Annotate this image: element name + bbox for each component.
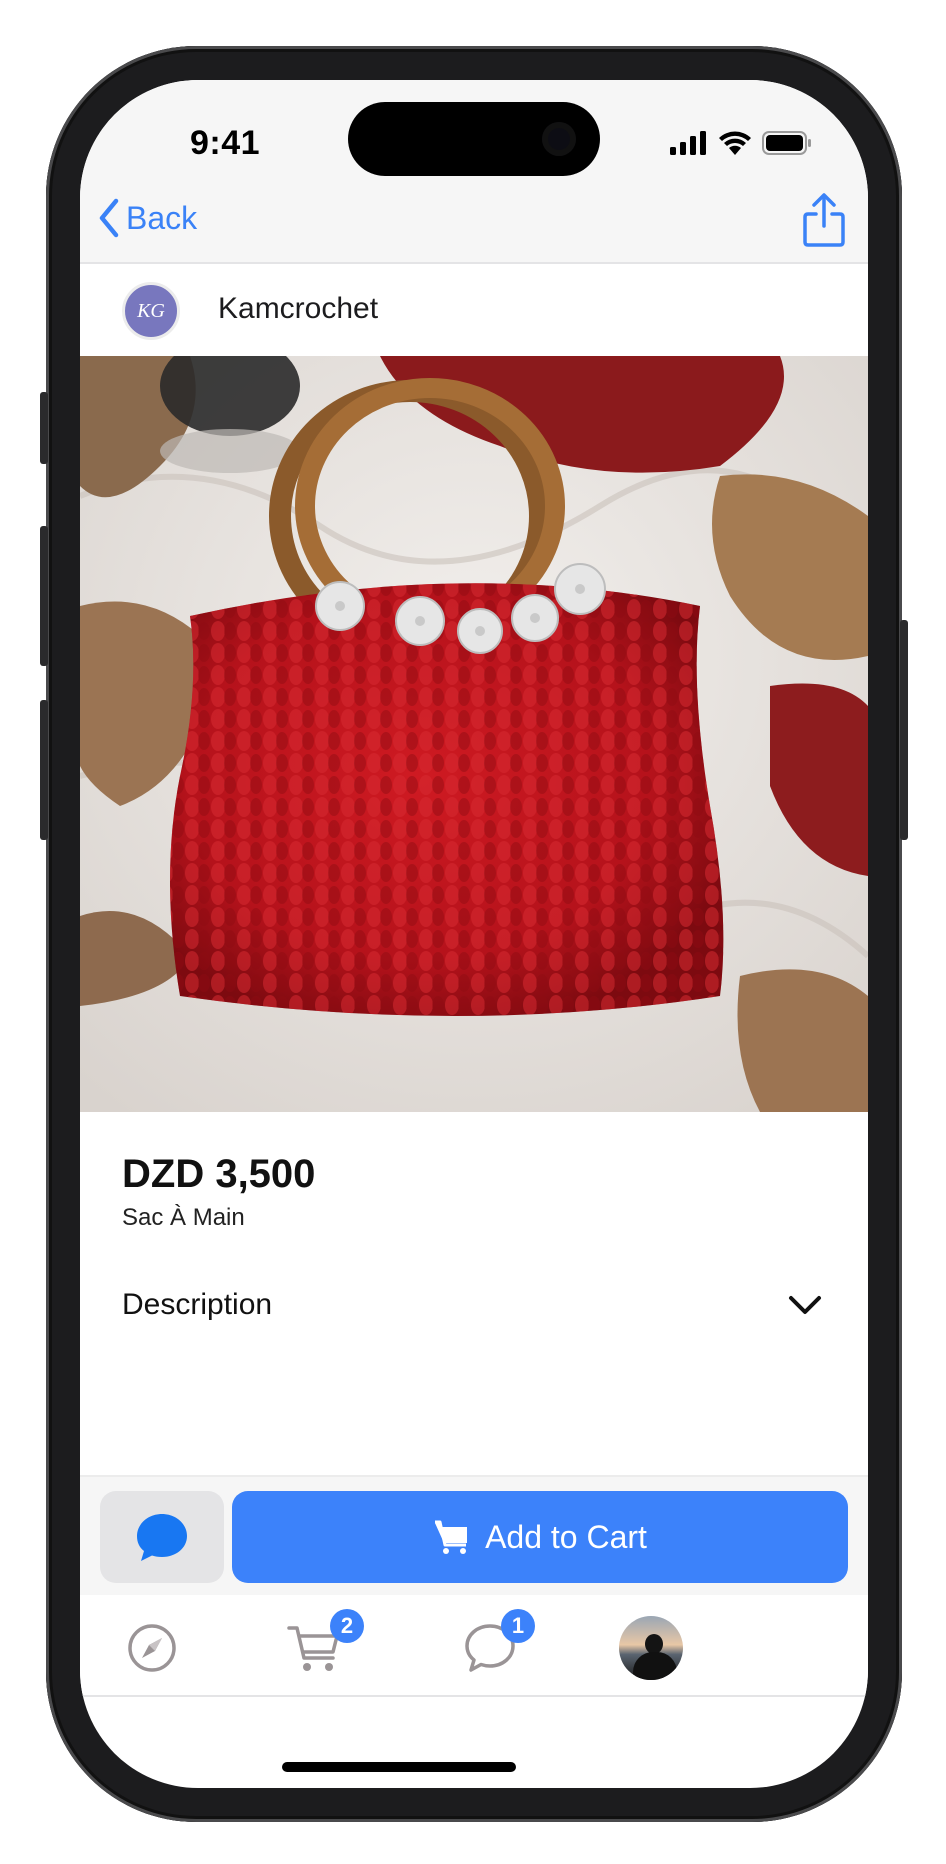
description-toggle[interactable]: Description: [122, 1280, 822, 1330]
product-image-carousel[interactable]: [80, 356, 868, 1112]
chat-with-seller-button[interactable]: [100, 1491, 224, 1583]
avatar: [619, 1616, 683, 1680]
compass-icon: [128, 1624, 176, 1672]
back-label: Back: [126, 199, 198, 236]
tab-profile[interactable]: [616, 1613, 686, 1683]
shop-name[interactable]: Kamcrochet: [218, 292, 378, 326]
camera-icon: [542, 122, 576, 156]
add-to-cart-button[interactable]: Add to Cart: [232, 1491, 848, 1583]
power-button: [900, 620, 908, 840]
product-title: Sac À Main: [122, 1204, 245, 1231]
cellular-signal-icon: [670, 131, 706, 155]
description-label: Description: [122, 1288, 273, 1321]
action-bar: Add to Cart: [80, 1475, 868, 1597]
screen: 9:41 Back KG Kamcrochet DZD 3,500 Sac À …: [80, 80, 868, 1788]
cart-icon: [435, 1520, 468, 1554]
chevron-left-icon: [99, 198, 119, 238]
dynamic-island: [348, 102, 600, 176]
tab-messages[interactable]: 1: [455, 1609, 535, 1683]
messages-badge: 1: [501, 1609, 535, 1643]
tab-bar: 2 1: [80, 1595, 868, 1697]
shop-avatar[interactable]: KG: [122, 282, 180, 340]
volume-up-button: [40, 526, 48, 666]
wifi-icon: [719, 131, 751, 155]
navigation-bar: Back: [80, 180, 868, 264]
product-price: DZD 3,500: [122, 1152, 316, 1196]
product-photo: [80, 356, 868, 1112]
action-button: [40, 392, 48, 464]
share-button[interactable]: [802, 192, 846, 253]
tab-explore[interactable]: [117, 1613, 187, 1683]
share-icon: [803, 193, 845, 247]
status-icons: [670, 130, 812, 156]
back-button[interactable]: Back: [98, 198, 197, 238]
chevron-down-icon: [789, 1296, 821, 1314]
volume-down-button: [40, 700, 48, 840]
battery-icon: [762, 131, 811, 155]
status-bar: 9:41: [80, 80, 868, 180]
home-indicator[interactable]: [282, 1762, 516, 1772]
add-to-cart-label: Add to Cart: [485, 1518, 647, 1555]
chat-bubble-icon: [137, 1514, 187, 1561]
tab-cart[interactable]: 2: [280, 1609, 364, 1683]
cart-badge: 2: [330, 1609, 364, 1643]
shop-header[interactable]: KG Kamcrochet: [80, 264, 868, 356]
shop-monogram: KG: [137, 299, 165, 322]
status-time: 9:41: [190, 124, 261, 162]
